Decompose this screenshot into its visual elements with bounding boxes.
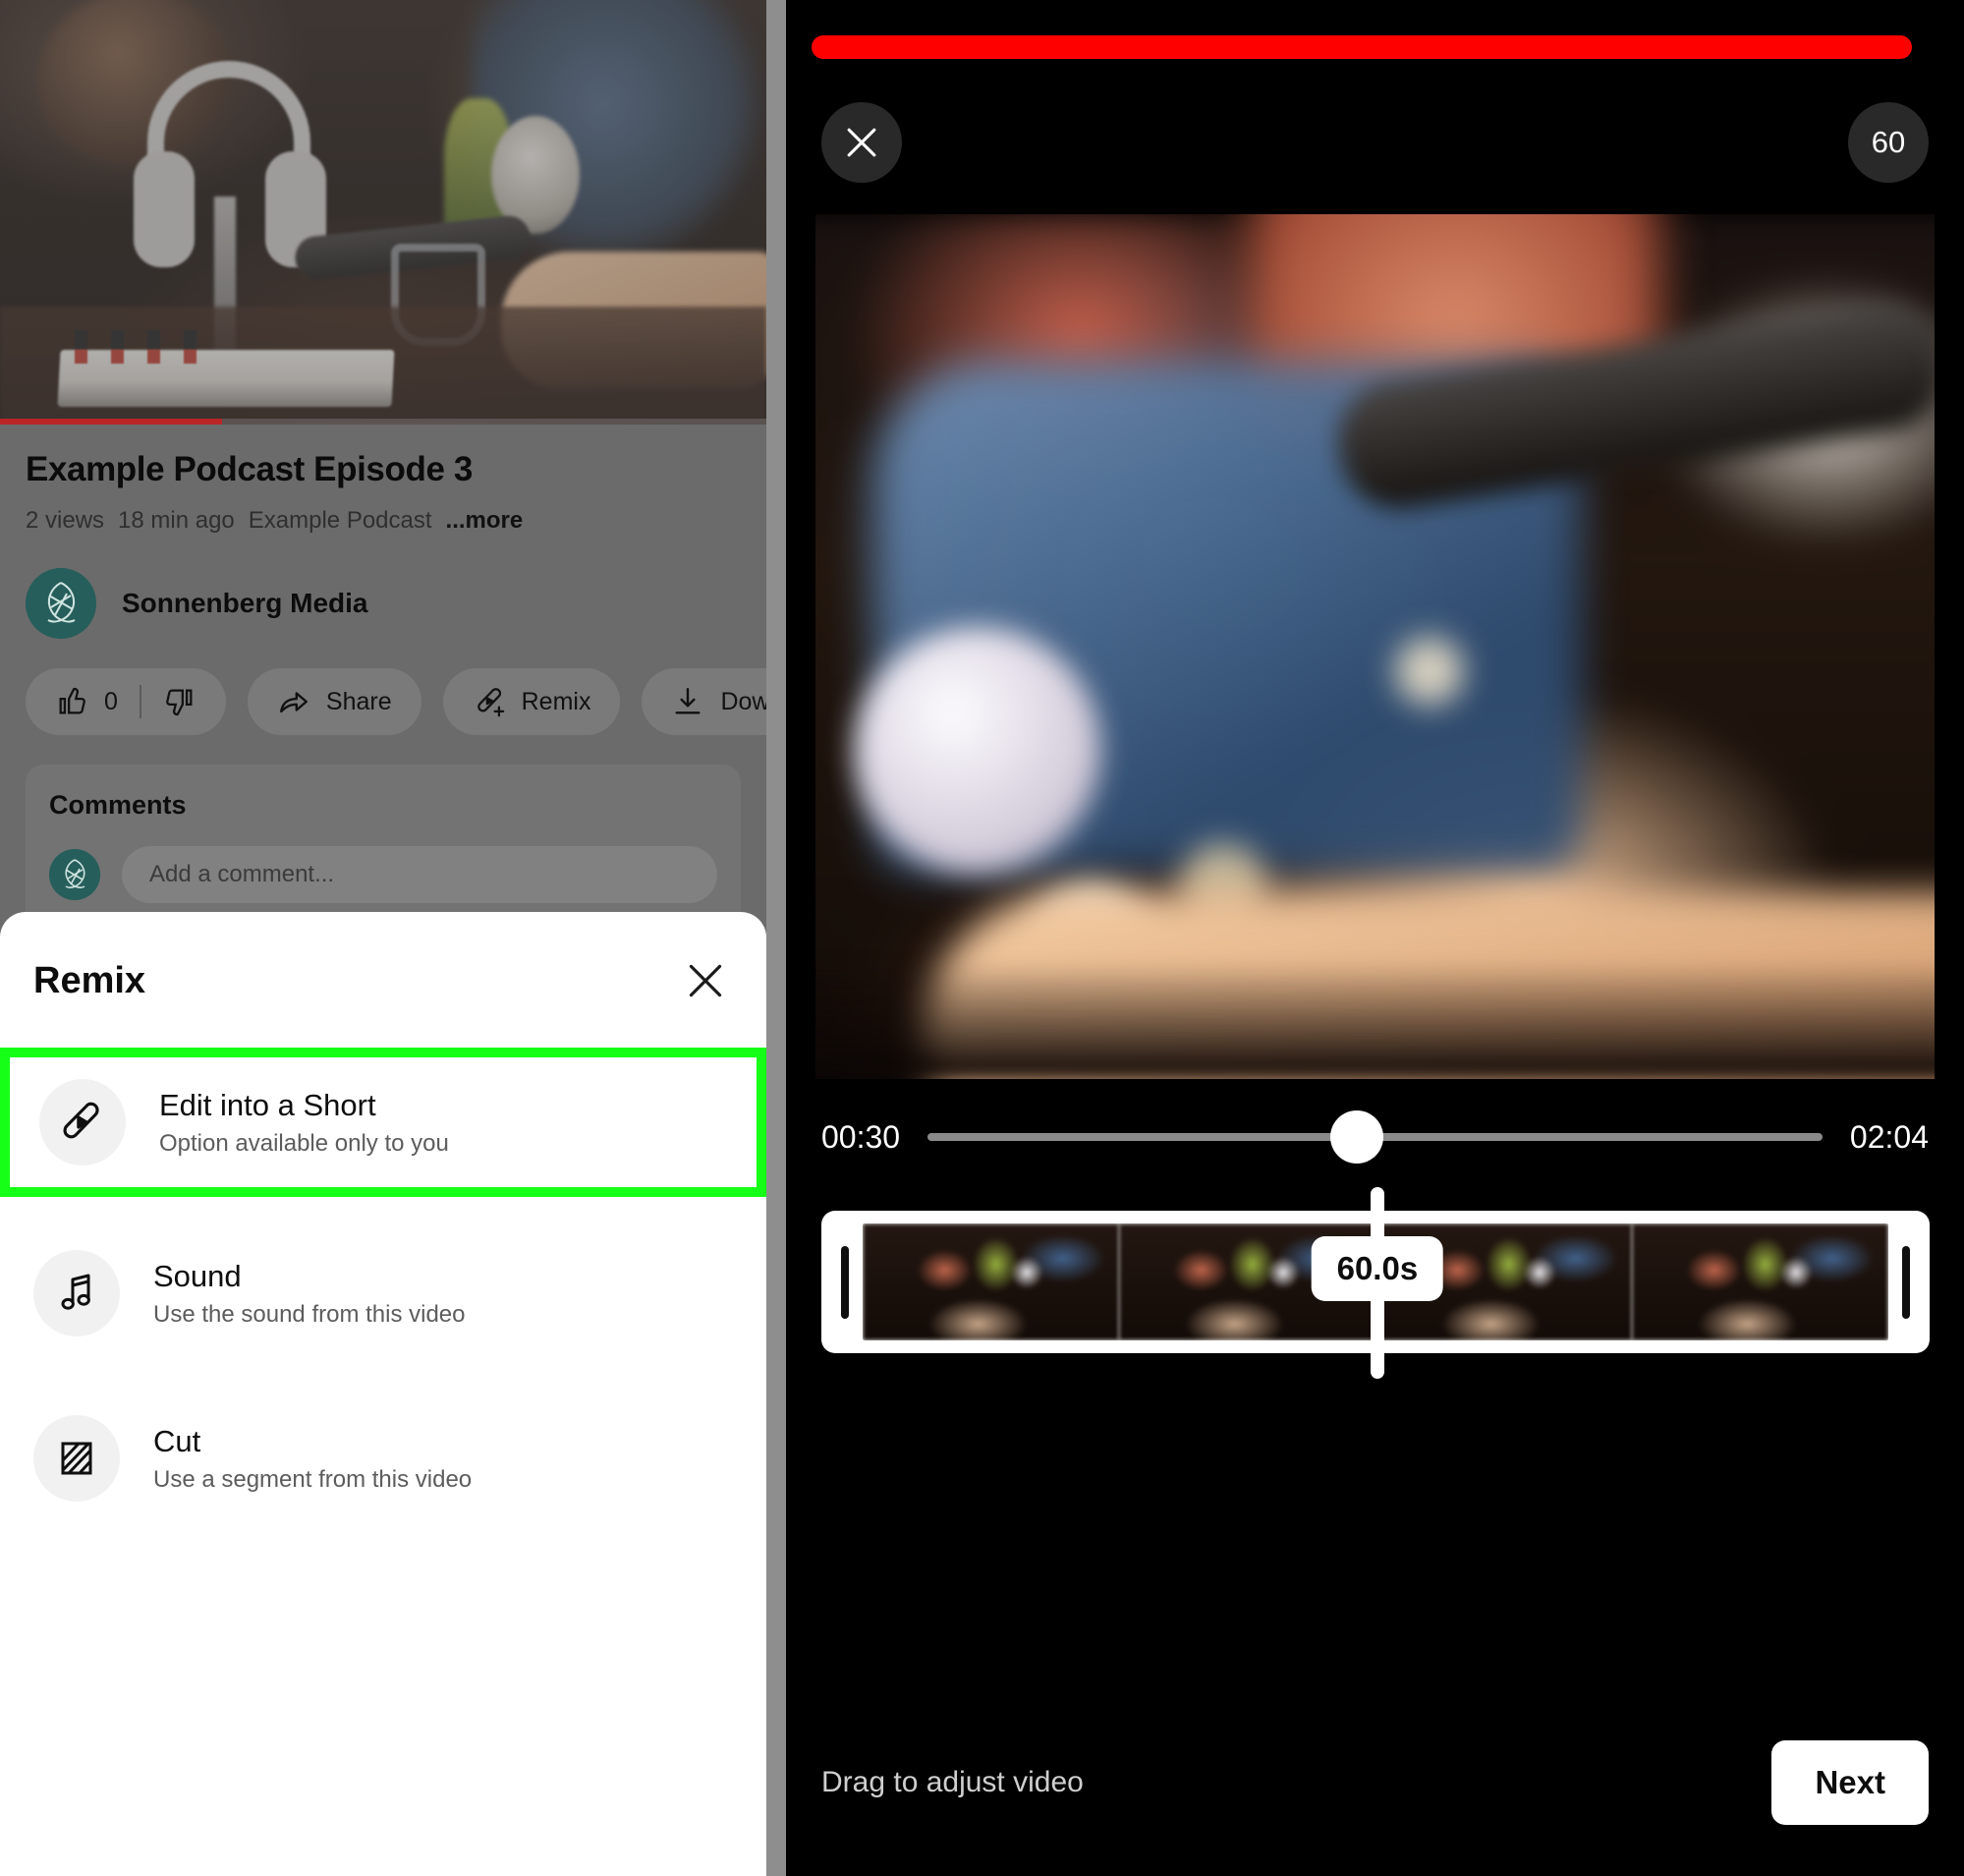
comments-heading: Comments [49,790,187,820]
remix-option-edit-into-a-short[interactable]: Edit into a Short Option available only … [10,1057,757,1187]
cut-scissors-icon [33,1415,120,1502]
remix-option-text: Cut Use a segment from this video [153,1424,472,1494]
thumbs-up-icon[interactable] [55,685,88,718]
remix-sheet-title: Remix [33,959,146,1001]
scrim-overlay [0,0,766,425]
thumbs-down-icon[interactable] [163,685,196,718]
share-arrow-icon [277,685,310,718]
comments-section[interactable]: Comments Add a comment... [26,765,741,933]
app-screenshot: Example Podcast Episode 3 2 views 18 min… [0,0,1964,1876]
like-count: 0 [104,687,118,715]
remix-option-title: Edit into a Short [159,1087,376,1122]
action-bar: 0 Share Remix Dow [0,639,766,735]
chip-divider [139,685,141,718]
video-meta: Example Podcast Episode 3 2 views 18 min… [0,425,766,535]
download-label: Download [720,687,766,715]
scrubber-end-time: 02:04 [1849,1118,1929,1155]
panel-divider [766,0,786,1876]
preview-vignette [786,961,1964,1079]
remix-option-sound[interactable]: Sound Use the sound from this video [0,1211,766,1376]
preview-mic-foam [855,627,1100,873]
video-title: Example Podcast Episode 3 [26,450,473,488]
remix-option-title: Cut [153,1423,201,1458]
preview-letterbox-right [1935,214,1964,1079]
comment-input[interactable]: Add a comment... [122,846,717,903]
remix-bottom-sheet: Remix Edit into a Short Option available… [0,912,766,1876]
published-time: 18 min ago [118,507,235,534]
like-dislike-chip[interactable]: 0 [26,668,226,735]
remix-option-list: Edit into a Short Option available only … [0,1048,766,1541]
youtube-watch-panel: Example Podcast Episode 3 2 views 18 min… [0,0,766,1876]
playback-scrubber[interactable]: 00:30 02:04 [786,1093,1964,1181]
shorts-trim-editor-panel: 60 00:30 02:04 60.0s Drag to adjust vide… [786,0,1964,1876]
selected-duration-badge: 60.0s [1311,1236,1444,1301]
scrubber-start-time: 00:30 [821,1118,901,1155]
avatar [49,849,100,900]
editor-bottom-bar: Drag to adjust video Next [786,1689,1964,1876]
channel-name: Sonnenberg Media [122,588,368,618]
share-button[interactable]: Share [247,668,421,735]
remix-option-subtitle: Option available only to you [159,1129,449,1157]
remix-option-text: Edit into a Short Option available only … [159,1088,449,1158]
highlight-annotation: Edit into a Short Option available only … [0,1048,766,1197]
video-preview[interactable] [786,214,1964,1079]
video-subline[interactable]: 2 views 18 min ago Example Podcast ...mo… [26,507,741,535]
remix-icon [473,685,506,718]
remix-option-subtitle: Use the sound from this video [153,1300,466,1328]
remix-option-cut[interactable]: Cut Use a segment from this video [0,1376,766,1541]
download-button[interactable]: Download [642,668,766,735]
music-note-icon [33,1250,120,1336]
remix-option-subtitle: Use a segment from this video [153,1465,473,1493]
edit-into-short-icon [39,1079,126,1165]
recording-progress-bar [812,35,1912,59]
close-icon[interactable] [678,953,733,1008]
trim-handle-left[interactable] [841,1245,849,1319]
drag-hint-label: Drag to adjust video [821,1766,1084,1798]
filmstrip-frame [863,1223,1119,1340]
scrubber-track[interactable] [927,1110,1823,1164]
share-label: Share [325,687,392,715]
video-hashtag: Example Podcast [248,507,432,534]
download-icon [671,685,704,718]
view-count: 2 views [26,507,105,534]
close-icon[interactable] [821,102,902,183]
more-link[interactable]: ...more [446,507,524,535]
comment-composer[interactable]: Add a comment... [49,846,717,903]
preview-letterbox-left [786,214,815,1079]
remix-option-title: Sound [153,1258,242,1293]
remix-button[interactable]: Remix [442,668,621,735]
avatar[interactable] [26,568,96,639]
filmstrip-frame [1632,1223,1888,1340]
remix-label: Remix [521,687,591,715]
video-player[interactable] [0,0,766,425]
trim-handle-right[interactable] [1902,1245,1910,1319]
next-button[interactable]: Next [1771,1740,1929,1825]
scrubber-knob[interactable] [1330,1110,1384,1164]
remix-sheet-header: Remix [0,912,766,1042]
channel-row[interactable]: Sonnenberg Media [0,535,766,639]
remix-option-text: Sound Use the sound from this video [153,1259,466,1329]
preview-bokeh [1395,637,1464,706]
duration-selector-badge[interactable]: 60 [1848,102,1929,183]
